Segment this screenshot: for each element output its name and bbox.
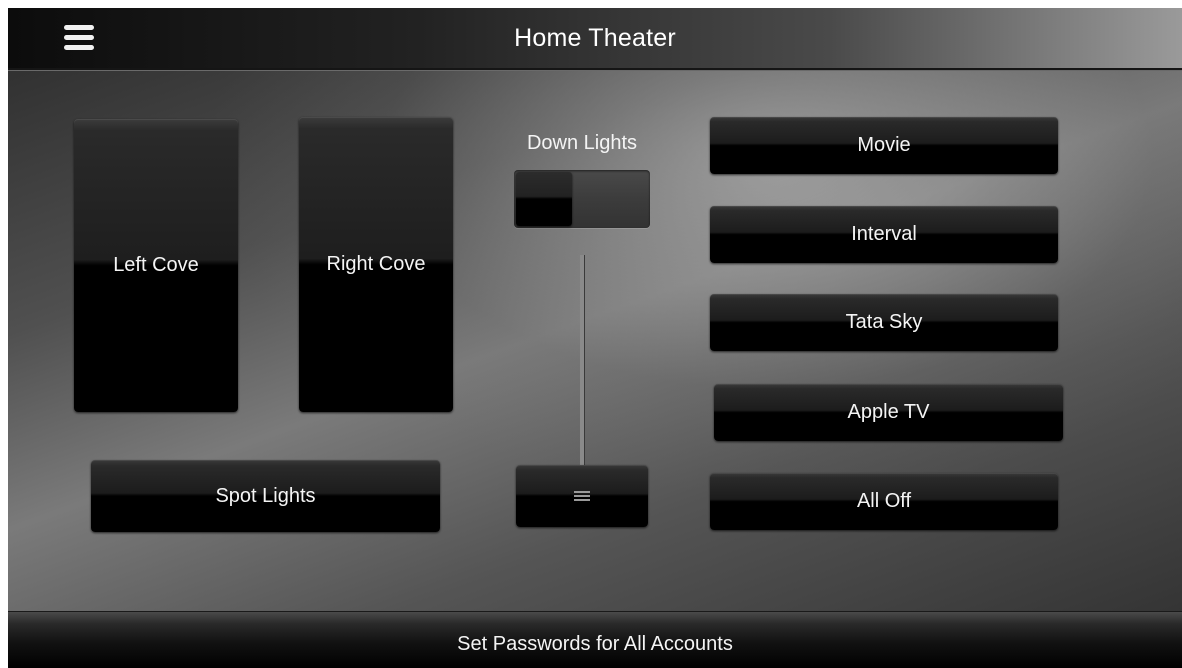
tata-sky-scene-button[interactable]: Tata Sky: [710, 294, 1058, 351]
interval-scene-button[interactable]: Interval: [710, 206, 1058, 263]
spot-lights-label: Spot Lights: [215, 484, 316, 507]
home-theater-screen: Home Theater Left Cove Right Cove Spot L…: [8, 8, 1182, 668]
hamburger-menu-icon[interactable]: [64, 25, 94, 51]
apple-tv-scene-button[interactable]: Apple TV: [714, 384, 1063, 441]
left-cove-label: Left Cove: [113, 254, 199, 276]
interval-scene-label: Interval: [851, 223, 917, 245]
down-lights-slider-thumb[interactable]: [516, 465, 648, 527]
down-lights-label: Down Lights: [526, 132, 638, 154]
spot-lights-button[interactable]: Spot Lights: [91, 460, 440, 532]
right-cove-label: Right Cove: [326, 253, 426, 275]
movie-scene-label: Movie: [857, 134, 911, 156]
all-off-scene-label: All Off: [856, 490, 912, 512]
header-bar: Home Theater: [8, 8, 1182, 70]
all-off-scene-button[interactable]: All Off: [710, 473, 1058, 530]
right-cove-button[interactable]: Right Cove: [299, 117, 453, 412]
set-passwords-label: Set Passwords for All Accounts: [457, 633, 733, 655]
left-cove-button[interactable]: Left Cove: [74, 119, 238, 412]
movie-scene-button[interactable]: Movie: [710, 117, 1058, 174]
apple-tv-scene-label: Apple TV: [847, 401, 930, 423]
grip-lines-icon: [574, 490, 590, 502]
toggle-knob: [516, 172, 572, 226]
tata-sky-scene-label: Tata Sky: [845, 311, 923, 333]
down-lights-slider-track[interactable]: [580, 255, 584, 467]
down-lights-toggle[interactable]: [514, 170, 650, 228]
page-title: Home Theater: [514, 24, 676, 52]
set-passwords-footer-button[interactable]: Set Passwords for All Accounts: [8, 611, 1182, 668]
